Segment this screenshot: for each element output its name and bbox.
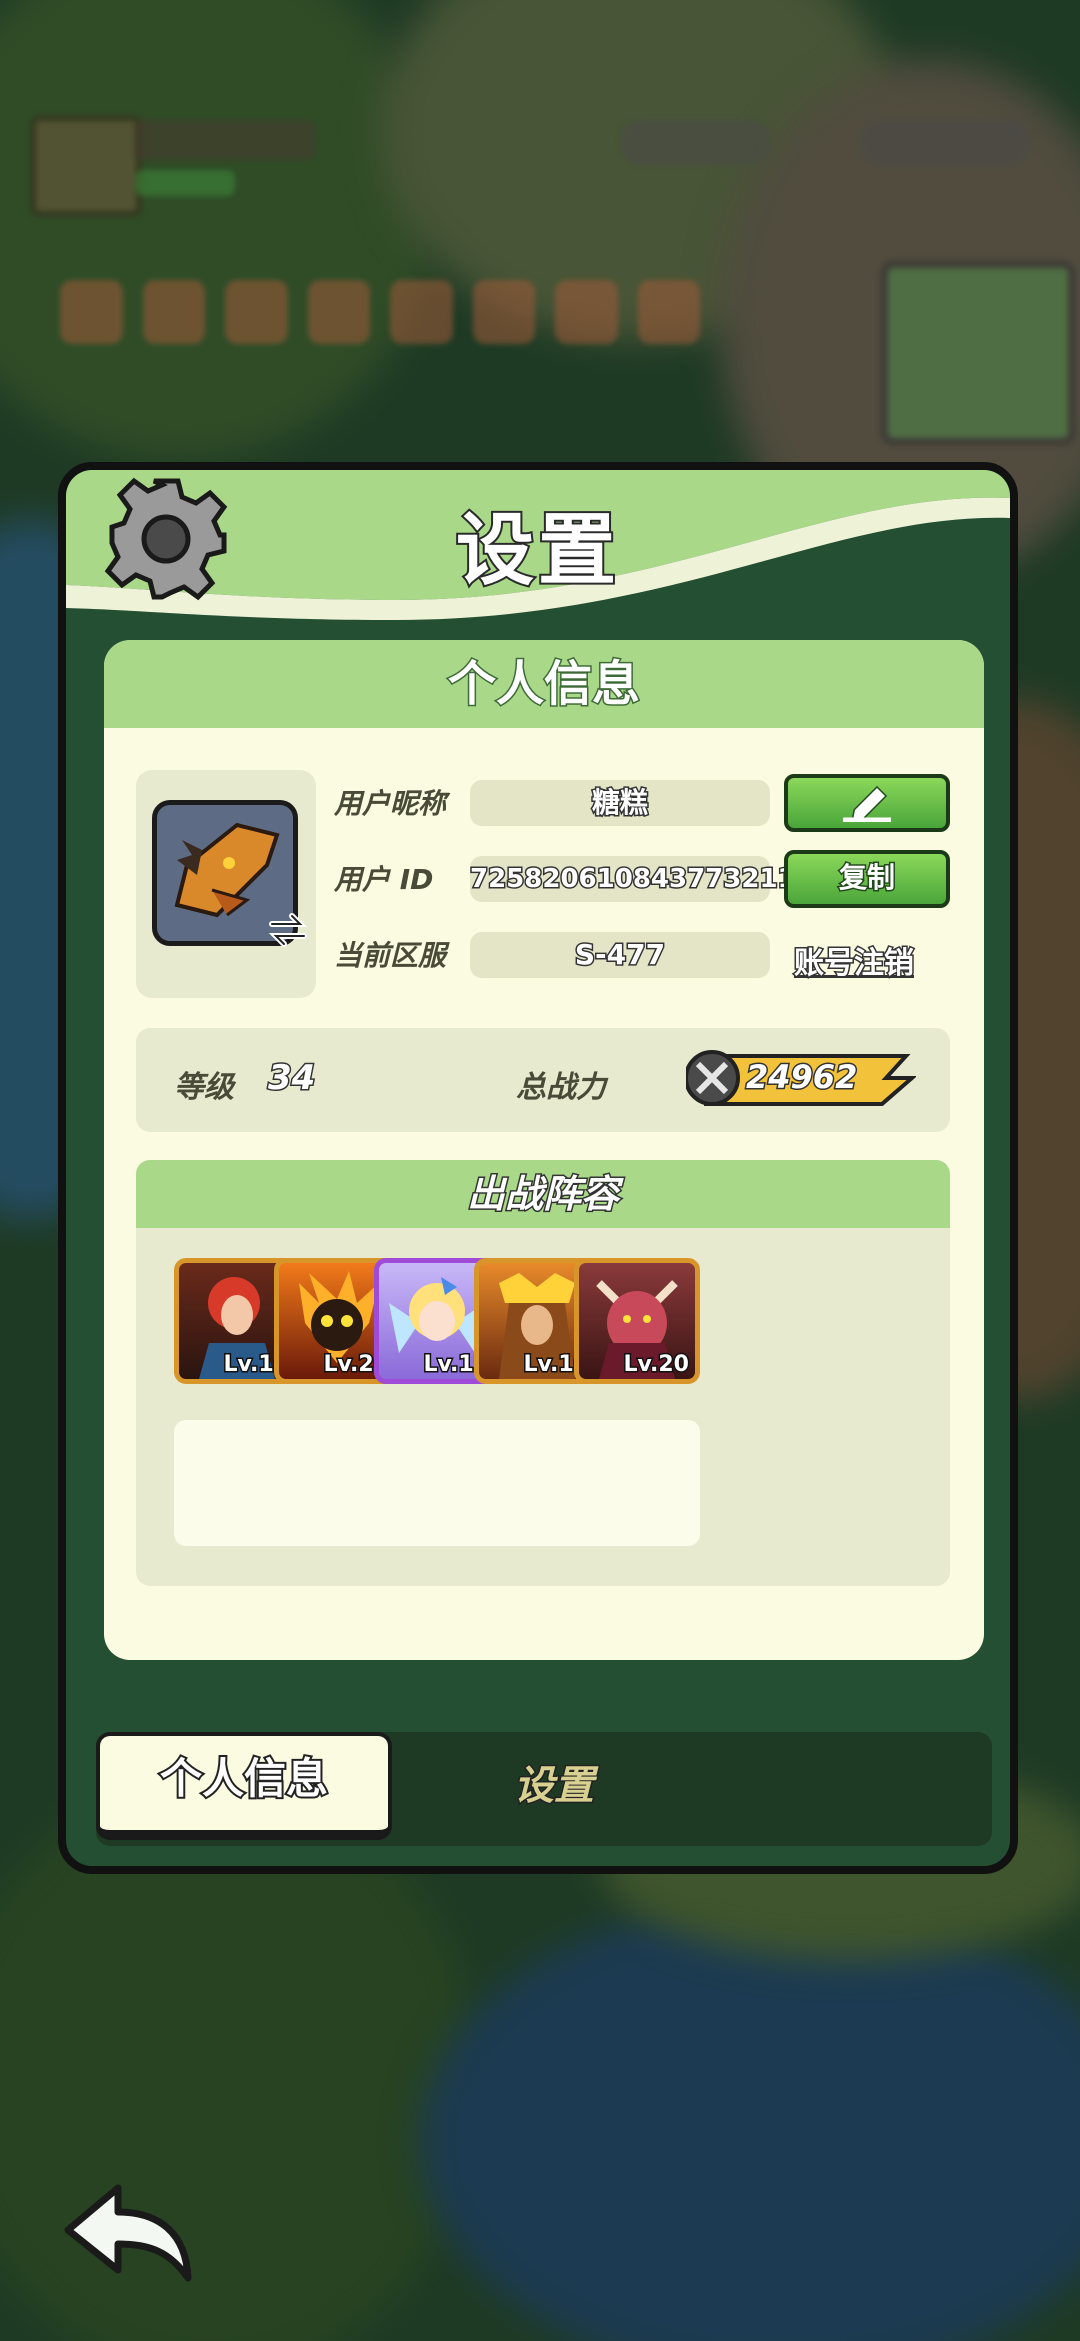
empty-slot[interactable] bbox=[574, 1420, 700, 1546]
personal-info-card: 个人信息 用户昵称 糖糕 用户 ID 725820610843773211 复制… bbox=[104, 640, 984, 1660]
hud-player-avatar bbox=[30, 115, 142, 217]
back-arrow-icon[interactable] bbox=[58, 2180, 198, 2290]
level-value: 34 bbox=[266, 1057, 316, 1100]
copy-id-button[interactable]: 复制 bbox=[784, 850, 950, 908]
server-label: 当前区服 bbox=[334, 939, 447, 972]
power-value: 24962 bbox=[744, 1057, 858, 1098]
account-deletion-link[interactable]: 账号注销 bbox=[793, 938, 916, 983]
panel-header: 设置 bbox=[66, 470, 1010, 620]
hud-event-icons bbox=[60, 280, 700, 350]
hud-name-bar bbox=[135, 120, 315, 160]
hud-minimap bbox=[880, 260, 1076, 446]
sword-icon bbox=[686, 1050, 740, 1106]
panel-title: 设置 bbox=[454, 504, 620, 598]
hud-exp-bar bbox=[135, 170, 235, 196]
card-title: 个人信息 bbox=[104, 640, 984, 728]
settings-panel: 设置 个人信息 用户昵称 糖糕 用户 ID 725820610843773211… bbox=[58, 462, 1018, 1874]
lineup-title: 出战阵容 bbox=[136, 1160, 950, 1228]
hero-slot-5[interactable]: Lv.20 bbox=[574, 1258, 700, 1384]
stats-bar: 等级 34 总战力 24962 bbox=[136, 1028, 950, 1132]
hud-gem-counter bbox=[620, 120, 770, 165]
level-label: 等级 bbox=[174, 1070, 234, 1105]
edit-nickname-button[interactable] bbox=[784, 774, 950, 832]
profile-box bbox=[136, 770, 316, 998]
tab-personal-info[interactable]: 个人信息 bbox=[96, 1732, 392, 1840]
server-field: S-477 bbox=[470, 932, 770, 978]
nickname-label: 用户昵称 bbox=[334, 787, 447, 820]
edit-icon bbox=[843, 785, 891, 823]
user-id-field: 725820610843773211 bbox=[469, 856, 797, 902]
hud-gold-counter bbox=[860, 120, 1030, 165]
tab-settings[interactable]: 设置 bbox=[406, 1732, 702, 1840]
panel-tab-bar: 个人信息 设置 bbox=[96, 1732, 992, 1846]
battle-lineup: 出战阵容 Lv.10 Lv.20 Lv.12 Lv.10 Lv.20 bbox=[136, 1160, 950, 1586]
hero-level: Lv.20 bbox=[622, 1351, 691, 1379]
nickname-field: 糖糕 bbox=[470, 780, 770, 826]
swap-icon[interactable] bbox=[268, 912, 308, 948]
user-id-label: 用户 ID bbox=[334, 863, 434, 896]
power-label: 总战力 bbox=[516, 1070, 606, 1105]
